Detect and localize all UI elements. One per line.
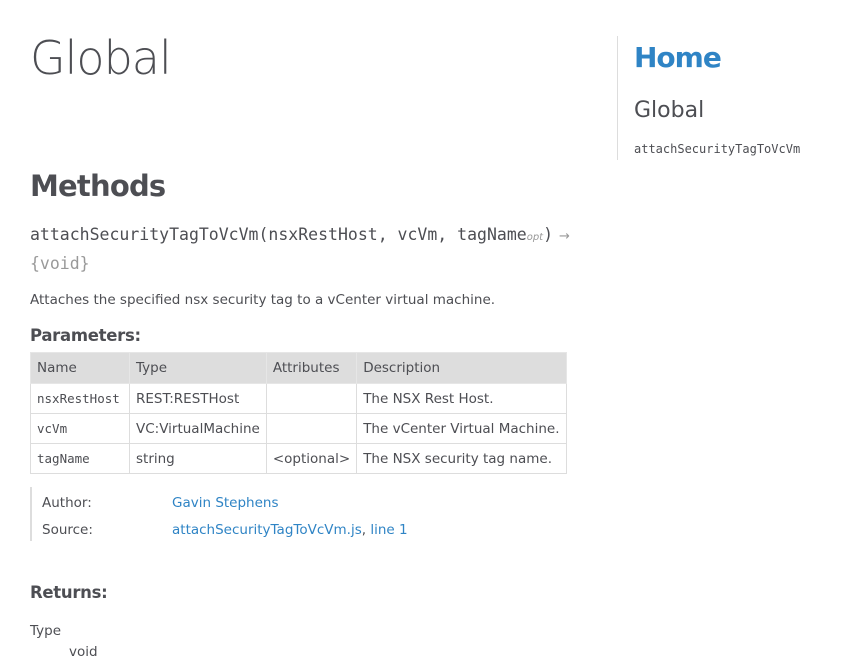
param-name: tagName <box>30 443 130 474</box>
author-label: Author: <box>42 495 92 511</box>
returns-heading: Returns: <box>30 583 108 602</box>
return-type-label: Type <box>30 623 62 639</box>
column-header-name: Name <box>30 352 130 384</box>
method-name: attachSecurityTagToVcVm <box>30 225 259 244</box>
nav-item-attachsecuritytagtovcvm[interactable]: attachSecurityTagToVcVm <box>634 140 800 158</box>
navigation-sidebar: Home Global attachSecurityTagToVcVm <box>617 36 837 160</box>
method-details: Author: Gavin Stephens Source: attachSec… <box>30 487 430 541</box>
methods-heading: Methods <box>30 169 166 203</box>
column-header-attributes: Attributes <box>265 352 358 384</box>
param-type: string <box>129 443 267 474</box>
author-value: Gavin Stephens <box>172 493 279 513</box>
return-type-value: void <box>69 644 98 660</box>
source-line-link[interactable]: line 1 <box>370 522 407 538</box>
source-value: attachSecurityTagToVcVm.js, line 1 <box>172 520 408 540</box>
source-file-link[interactable]: attachSecurityTagToVcVm.js <box>172 522 362 538</box>
param-type: REST:RESTHost <box>129 383 267 414</box>
param-description: The vCenter Virtual Machine. <box>356 413 567 444</box>
page-title: Global <box>30 31 172 85</box>
nav-home-link[interactable]: Home <box>634 40 722 76</box>
param-description: The NSX security tag name. <box>356 443 567 474</box>
nav-section-global: Global <box>634 98 705 123</box>
method-signature: attachSecurityTagToVcVm(nsxRestHost, vcV… <box>30 222 570 277</box>
method-params: (nsxRestHost, vcVm, tagName <box>258 225 527 244</box>
optional-marker: opt <box>526 232 544 243</box>
param-name: vcVm <box>30 413 130 444</box>
table-row: tagName string <optional> The NSX securi… <box>30 443 567 474</box>
param-name: nsxRestHost <box>30 383 130 414</box>
parameters-heading: Parameters: <box>30 326 141 345</box>
param-attributes: <optional> <box>265 443 358 474</box>
table-row: vcVm VC:VirtualMachine The vCenter Virtu… <box>30 413 567 444</box>
column-header-description: Description <box>356 352 567 384</box>
method-description: Attaches the specified nsx security tag … <box>30 292 496 308</box>
parameters-table: Name Type Attributes Description nsxRest… <box>30 352 567 474</box>
method-params-close: ) <box>543 225 554 244</box>
return-arrow-icon: → <box>559 229 570 244</box>
table-row: nsxRestHost REST:RESTHost The NSX Rest H… <box>30 383 567 414</box>
author-link[interactable]: Gavin Stephens <box>172 495 279 511</box>
source-label: Source: <box>42 522 93 538</box>
param-attributes <box>265 383 358 414</box>
param-type: VC:VirtualMachine <box>129 413 267 444</box>
param-description: The NSX Rest Host. <box>356 383 567 414</box>
param-attributes <box>265 413 358 444</box>
method-return-type: {void} <box>30 254 90 273</box>
column-header-type: Type <box>129 352 267 384</box>
table-header-row: Name Type Attributes Description <box>30 352 567 384</box>
